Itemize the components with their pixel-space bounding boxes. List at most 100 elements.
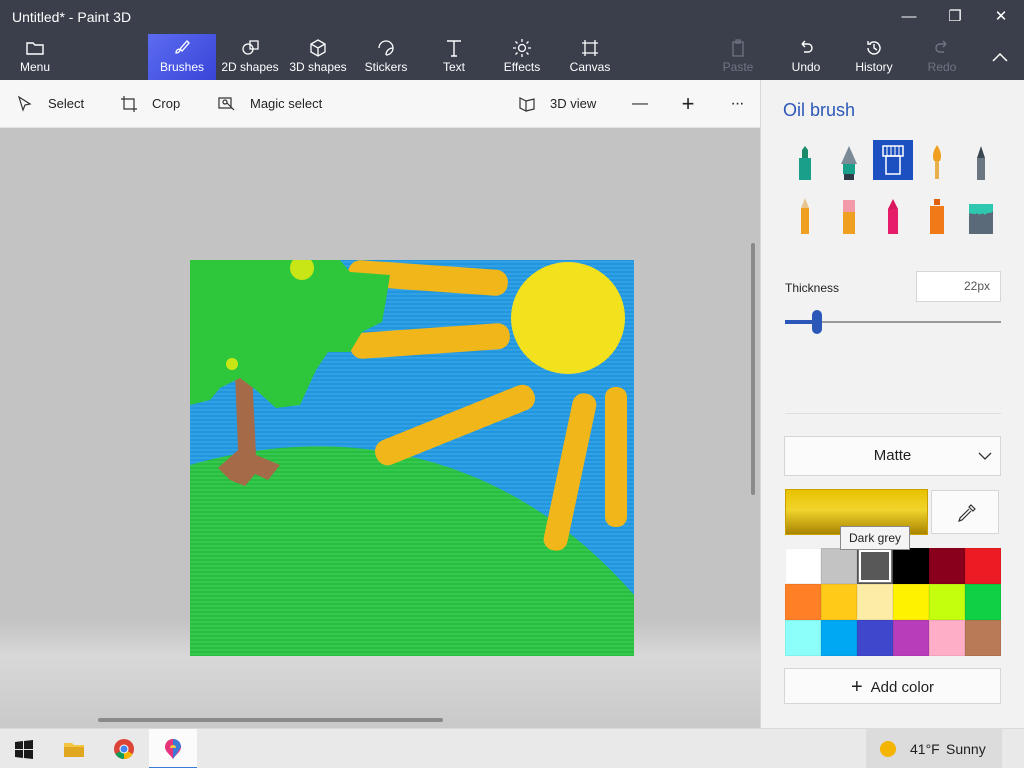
effects-tab[interactable]: Effects — [500, 34, 544, 80]
crop-label: Crop — [152, 96, 181, 111]
paint-3d-taskbar-button[interactable] — [149, 729, 197, 768]
watercolor-brush-button[interactable] — [917, 142, 957, 182]
color-swatch[interactable] — [929, 584, 965, 620]
file-explorer-button[interactable] — [50, 729, 98, 768]
close-button[interactable]: ✕ — [978, 0, 1024, 34]
color-swatch[interactable] — [965, 584, 1001, 620]
taskbar: 41°F Sunny — [0, 728, 1024, 768]
minimize-button[interactable]: — — [886, 0, 932, 34]
restore-button[interactable]: ❐ — [932, 0, 978, 34]
drawing-canvas[interactable] — [190, 260, 634, 656]
collapse-ribbon-button[interactable] — [984, 34, 1016, 80]
clipboard-icon — [718, 34, 758, 60]
color-swatch[interactable] — [857, 620, 893, 656]
fill-bucket-button[interactable] — [961, 196, 1001, 236]
color-swatch[interactable] — [893, 584, 929, 620]
more-options-button[interactable]: ··· — [726, 92, 748, 116]
show-desktop-button[interactable] — [1004, 733, 1024, 765]
oil-brush-button[interactable] — [873, 140, 913, 180]
stickers-tab[interactable]: Stickers — [362, 34, 410, 80]
shapes-3d-tab[interactable]: 3D shapes — [288, 34, 348, 80]
history-icon — [850, 34, 898, 60]
canvas-icon — [566, 34, 614, 60]
color-swatch[interactable] — [929, 620, 965, 656]
paint-3d-icon — [165, 739, 181, 759]
shapes-2d-tab[interactable]: 2D shapes — [220, 34, 280, 80]
weather-condition: Sunny — [946, 741, 986, 757]
start-button[interactable] — [0, 729, 48, 768]
chrome-icon — [114, 739, 134, 759]
menu-button[interactable]: Menu — [14, 34, 56, 80]
color-swatch[interactable] — [821, 584, 857, 620]
color-swatch[interactable] — [785, 584, 821, 620]
watercolor-icon — [933, 145, 941, 179]
color-swatch[interactable] — [785, 620, 821, 656]
brushes-label: Brushes — [159, 60, 205, 74]
brushes-tab[interactable]: Brushes — [148, 34, 216, 80]
zoom-out-button[interactable]: — — [630, 92, 650, 116]
canvas-tab[interactable]: Canvas — [566, 34, 614, 80]
color-swatch[interactable] — [821, 620, 857, 656]
redo-label: Redo — [927, 60, 957, 74]
text-icon — [432, 34, 476, 60]
cursor-icon — [17, 95, 32, 112]
select-button[interactable]: Select — [16, 92, 86, 116]
eraser-button[interactable] — [829, 196, 869, 236]
eraser-icon — [843, 200, 855, 234]
canvas-toolbar: Select Crop Magic select 3D view — + ··· — [0, 80, 760, 128]
spray-can-button[interactable] — [917, 196, 957, 236]
weather-widget[interactable]: 41°F Sunny — [866, 729, 1002, 768]
zoom-in-button[interactable]: + — [678, 92, 698, 116]
crop-button[interactable]: Crop — [120, 92, 190, 116]
view-3d-label: 3D view — [550, 96, 597, 111]
window-title: Untitled* - Paint 3D — [12, 9, 132, 25]
plus-icon: + — [850, 676, 863, 698]
vertical-scrollbar[interactable] — [751, 243, 755, 495]
thickness-slider-thumb[interactable] — [812, 310, 823, 334]
color-swatch[interactable] — [857, 548, 893, 584]
magic-select-label: Magic select — [250, 96, 323, 111]
text-tab[interactable]: Text — [432, 34, 476, 80]
effects-label: Effects — [503, 60, 541, 74]
sun-effects-icon — [500, 34, 544, 60]
sunny-weather-icon — [880, 741, 896, 757]
color-swatch[interactable] — [965, 548, 1001, 584]
redo-icon — [922, 34, 962, 60]
pixel-pen-button[interactable] — [961, 142, 1001, 182]
eyedropper-button[interactable] — [931, 490, 999, 534]
color-swatch[interactable] — [929, 548, 965, 584]
crayon-icon — [888, 199, 898, 234]
canvas-label: Canvas — [569, 60, 611, 74]
paste-button[interactable]: Paste — [718, 34, 758, 80]
calligraphy-pen-button[interactable] — [829, 142, 869, 182]
color-swatch[interactable] — [893, 620, 929, 656]
horizontal-scrollbar[interactable] — [98, 718, 443, 722]
history-button[interactable]: History — [850, 34, 898, 80]
redo-button[interactable]: Redo — [922, 34, 962, 80]
color-swatch[interactable] — [785, 548, 821, 584]
sticker-icon — [362, 34, 410, 60]
color-swatch[interactable] — [821, 548, 857, 584]
calligraphy-pen-icon — [841, 146, 857, 180]
finish-dropdown[interactable]: Matte — [784, 436, 1001, 476]
chrome-button[interactable] — [100, 729, 148, 768]
color-swatch[interactable] — [893, 548, 929, 584]
windows-logo-icon — [15, 740, 33, 759]
shapes-2d-label: 2D shapes — [221, 60, 279, 74]
folder-icon — [64, 743, 84, 757]
undo-button[interactable]: Undo — [786, 34, 826, 80]
color-swatch[interactable] — [965, 620, 1001, 656]
color-swatch[interactable] — [857, 584, 893, 620]
add-color-button[interactable]: + Add color — [784, 668, 1001, 704]
magic-select-button[interactable]: Magic select — [218, 92, 328, 116]
view-3d-button[interactable]: 3D view — [518, 92, 598, 116]
text-label: Text — [442, 60, 465, 74]
history-label: History — [855, 60, 893, 74]
cube-icon — [288, 34, 348, 60]
marker-brush-button[interactable] — [785, 142, 825, 182]
crayon-button[interactable] — [873, 196, 913, 236]
pencil-brush-button[interactable] — [785, 196, 825, 236]
magic-select-icon — [218, 97, 235, 111]
thickness-input[interactable]: 22px — [916, 271, 1001, 302]
shapes-3d-label: 3D shapes — [289, 60, 347, 74]
